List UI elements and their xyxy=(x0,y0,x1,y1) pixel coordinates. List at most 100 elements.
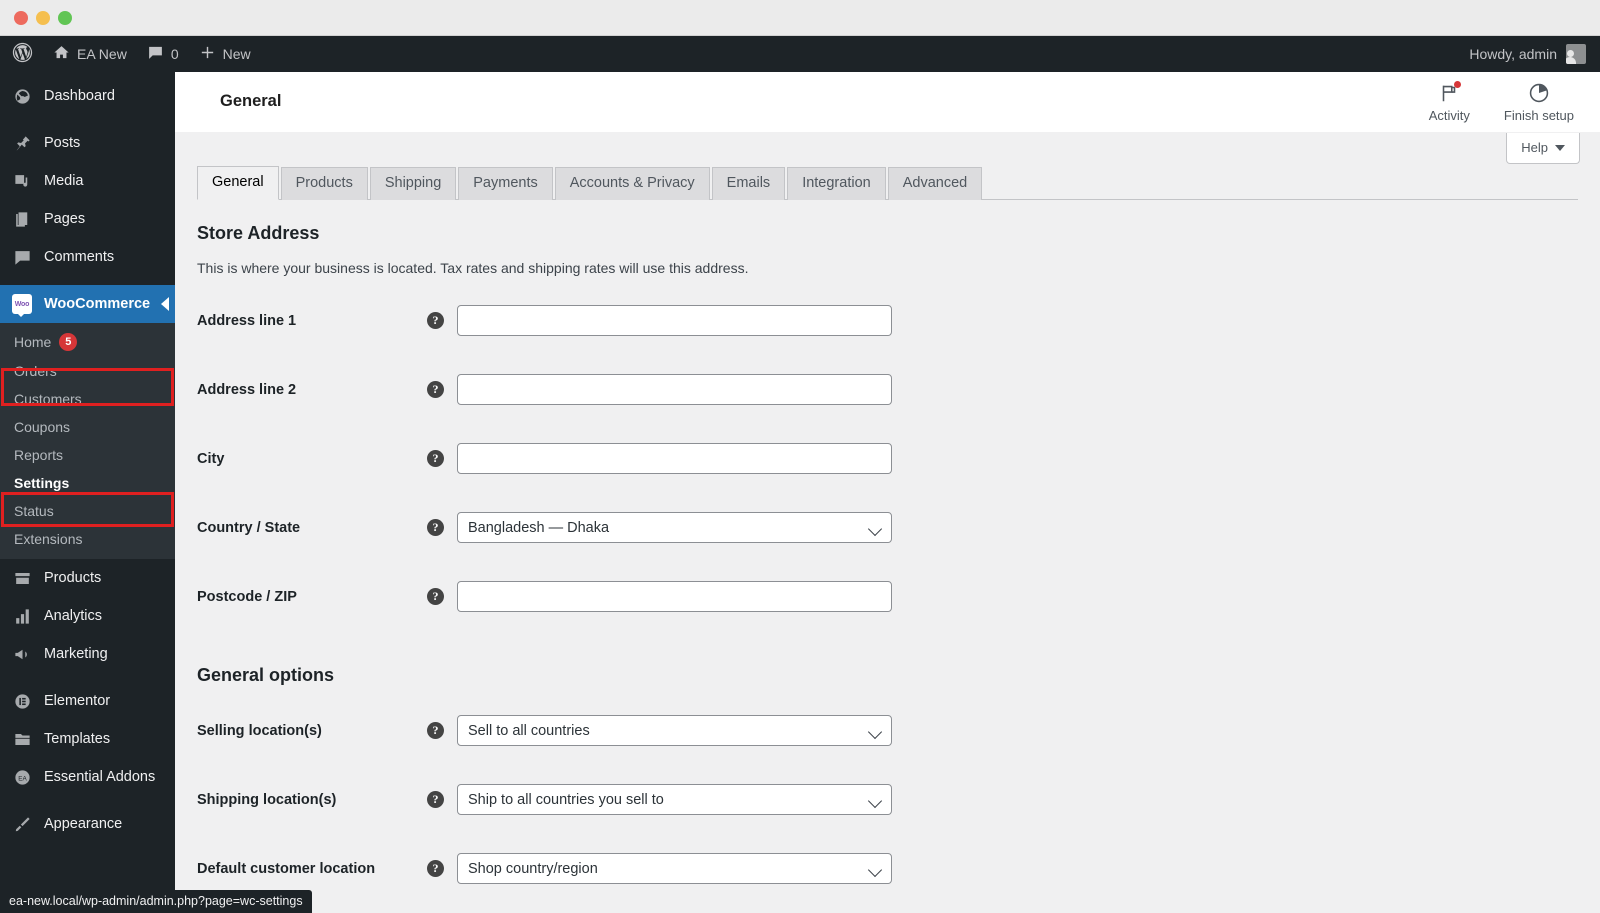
sidebar-item-label: Pages xyxy=(44,211,86,227)
tab-advanced[interactable]: Advanced xyxy=(887,166,983,200)
tab-general[interactable]: General xyxy=(197,165,279,200)
window-titlebar xyxy=(0,0,1600,36)
appearance-icon xyxy=(12,814,32,834)
comments-button[interactable]: 0 xyxy=(137,36,189,72)
field-row-postcode: Postcode / ZIP ? xyxy=(197,562,1578,631)
sidebar-item-status[interactable]: Status xyxy=(0,497,175,525)
selling-locations-select[interactable]: Sell to all countries xyxy=(457,715,892,746)
tab-shipping[interactable]: Shipping xyxy=(369,166,457,200)
sidebar-item-comments[interactable]: Comments xyxy=(0,238,175,276)
label-postcode-zip: Postcode / ZIP xyxy=(197,588,297,605)
sidebar-item-marketing[interactable]: Marketing xyxy=(0,635,175,673)
sidebar-item-extensions[interactable]: Extensions xyxy=(0,525,175,553)
sidebar-item-pages[interactable]: Pages xyxy=(0,200,175,238)
page-title: General xyxy=(220,92,282,110)
label-address-line-1: Address line 1 xyxy=(197,312,297,329)
site-name-button[interactable]: EA New xyxy=(43,36,137,72)
tab-payments[interactable]: Payments xyxy=(458,166,553,200)
help-tip-icon[interactable]: ? xyxy=(427,519,444,536)
woocommerce-submenu: Home 5 Orders Customers Coupons Reports … xyxy=(0,323,175,559)
wordpress-logo-button[interactable] xyxy=(0,36,43,72)
city-input[interactable] xyxy=(457,443,892,474)
tab-integration[interactable]: Integration xyxy=(787,166,886,200)
submenu-item-label: Reports xyxy=(14,447,64,463)
settings-form: Store Address This is where your busines… xyxy=(175,223,1600,903)
sidebar-item-appearance[interactable]: Appearance xyxy=(0,805,175,843)
sidebar-item-reports[interactable]: Reports xyxy=(0,441,175,469)
help-tip-icon[interactable]: ? xyxy=(427,312,444,329)
submenu-item-label: Coupons xyxy=(14,419,71,435)
help-tip-icon[interactable]: ? xyxy=(427,381,444,398)
elementor-icon xyxy=(12,691,32,711)
sidebar-item-orders[interactable]: Orders xyxy=(0,357,175,385)
sidebar-item-products[interactable]: Products xyxy=(0,559,175,597)
general-options-heading: General options xyxy=(197,665,335,685)
help-tip-icon[interactable]: ? xyxy=(427,588,444,605)
tab-emails[interactable]: Emails xyxy=(711,166,786,200)
sidebar-item-home[interactable]: Home 5 xyxy=(0,327,175,357)
site-name-label: EA New xyxy=(77,46,127,62)
country-state-select[interactable]: Bangladesh — Dhaka xyxy=(457,512,892,543)
label-address-line-2: Address line 2 xyxy=(197,381,297,398)
tab-products[interactable]: Products xyxy=(280,166,368,200)
help-tip-icon[interactable]: ? xyxy=(427,450,444,467)
default-customer-location-select[interactable]: Shop country/region xyxy=(457,853,892,884)
settings-tab-bar: General Products Shipping Payments Accou… xyxy=(197,165,1578,200)
new-content-button[interactable]: New xyxy=(189,36,261,72)
postcode-zip-input[interactable] xyxy=(457,581,892,612)
finish-setup-label: Finish setup xyxy=(1503,107,1574,123)
label-city: City xyxy=(197,450,225,467)
submenu-item-label: Customers xyxy=(14,391,82,407)
sidebar-item-settings[interactable]: Settings xyxy=(0,469,175,497)
sidebar-item-label: Analytics xyxy=(44,608,103,624)
sidebar-item-analytics[interactable]: Analytics xyxy=(0,597,175,635)
pin-icon xyxy=(12,133,32,153)
activity-button[interactable]: Activity xyxy=(1429,72,1470,123)
sidebar-item-templates[interactable]: Templates xyxy=(0,720,175,758)
new-label: New xyxy=(222,46,251,62)
chevron-left-icon xyxy=(161,297,169,311)
sidebar-item-essential-addons[interactable]: EA Essential Addons xyxy=(0,758,175,796)
help-tip-icon[interactable]: ? xyxy=(427,722,444,739)
account-menu[interactable]: Howdy, admin xyxy=(1469,44,1600,64)
field-row-country-state: Country / State ? Bangladesh — Dhaka xyxy=(197,493,1578,562)
store-address-table: Address line 1 ? Address line 2 ? City ? xyxy=(197,286,1578,631)
close-window-button[interactable] xyxy=(14,11,28,25)
field-row-city: City ? xyxy=(197,424,1578,493)
sidebar-item-label: Essential Addons xyxy=(44,769,156,785)
wordpress-logo-icon xyxy=(12,42,33,66)
address-line-1-input[interactable] xyxy=(457,305,892,336)
sidebar-item-label: Elementor xyxy=(44,693,111,709)
plus-icon xyxy=(199,44,216,64)
sidebar-item-media[interactable]: Media xyxy=(0,162,175,200)
sidebar-item-coupons[interactable]: Coupons xyxy=(0,413,175,441)
sidebar-item-posts[interactable]: Posts xyxy=(0,124,175,162)
dashboard-icon xyxy=(12,86,32,106)
finish-setup-button[interactable]: Finish setup xyxy=(1504,72,1574,123)
help-tip-icon[interactable]: ? xyxy=(427,791,444,808)
help-tip-icon[interactable]: ? xyxy=(427,860,444,877)
wc-page-header: General Activity Finish setup xyxy=(175,72,1600,132)
comment-bubble-icon xyxy=(147,44,164,64)
sidebar-item-customers[interactable]: Customers xyxy=(0,385,175,413)
sidebar-item-elementor[interactable]: Elementor xyxy=(0,682,175,720)
label-selling-locations: Selling location(s) xyxy=(197,722,322,739)
maximize-window-button[interactable] xyxy=(58,11,72,25)
chevron-down-icon xyxy=(1555,144,1565,151)
sidebar-item-label: Posts xyxy=(44,135,81,151)
sidebar-item-woocommerce[interactable]: Woo WooCommerce xyxy=(0,285,175,323)
essential-addons-icon: EA xyxy=(12,767,32,787)
help-tab-button[interactable]: Help xyxy=(1506,133,1580,164)
sidebar-item-label: Media xyxy=(44,173,84,189)
admin-sidebar: Dashboard Posts Media Pages Comments Woo… xyxy=(0,72,175,913)
tab-accounts-privacy[interactable]: Accounts & Privacy xyxy=(554,166,710,200)
submenu-item-label: Home xyxy=(14,334,52,350)
shipping-locations-select[interactable]: Ship to all countries you sell to xyxy=(457,784,892,815)
address-line-2-input[interactable] xyxy=(457,374,892,405)
settings-scroll-area: General Products Shipping Payments Accou… xyxy=(175,165,1600,913)
woocommerce-icon: Woo xyxy=(12,294,32,317)
field-row-address-line-1: Address line 1 ? xyxy=(197,286,1578,355)
media-icon xyxy=(12,171,32,191)
minimize-window-button[interactable] xyxy=(36,11,50,25)
sidebar-item-dashboard[interactable]: Dashboard xyxy=(0,77,175,115)
